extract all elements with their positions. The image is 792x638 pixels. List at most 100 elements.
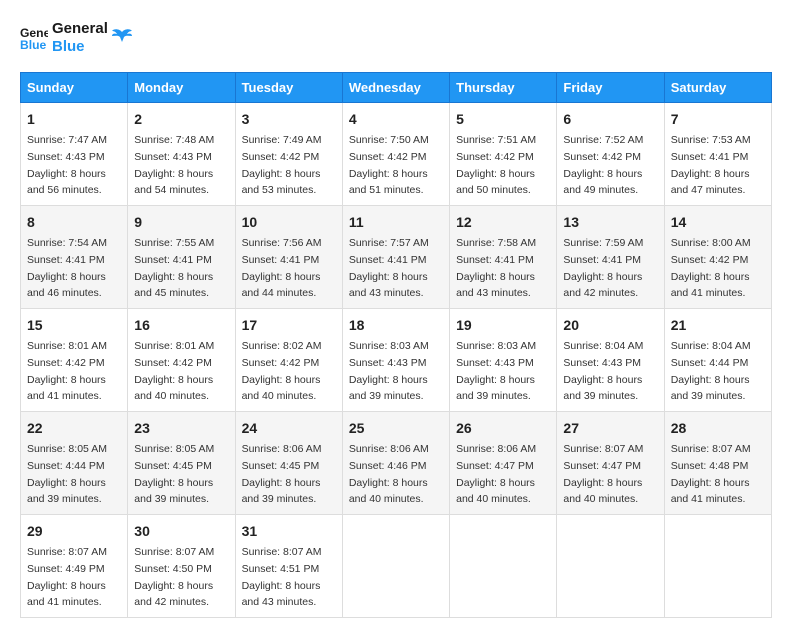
sunset-info: Sunset: 4:47 PM (456, 460, 534, 472)
day-number: 12 (456, 212, 550, 233)
daylight-label: Daylight: 8 hours and 39 minutes. (349, 374, 428, 403)
calendar-cell: 17Sunrise: 8:02 AMSunset: 4:42 PMDayligh… (235, 309, 342, 412)
calendar-cell: 22Sunrise: 8:05 AMSunset: 4:44 PMDayligh… (21, 412, 128, 515)
sunrise-info: Sunrise: 7:54 AM (27, 237, 107, 249)
sunrise-info: Sunrise: 8:03 AM (456, 340, 536, 352)
header-saturday: Saturday (664, 73, 771, 103)
day-number: 6 (563, 109, 657, 130)
sunset-info: Sunset: 4:41 PM (563, 254, 641, 266)
sunset-info: Sunset: 4:42 PM (242, 151, 320, 163)
daylight-label: Daylight: 8 hours and 40 minutes. (563, 477, 642, 506)
day-number: 31 (242, 521, 336, 542)
logo-blue: Blue (52, 38, 108, 56)
calendar-cell: 10Sunrise: 7:56 AMSunset: 4:41 PMDayligh… (235, 206, 342, 309)
day-number: 16 (134, 315, 228, 336)
calendar-cell: 23Sunrise: 8:05 AMSunset: 4:45 PMDayligh… (128, 412, 235, 515)
day-number: 26 (456, 418, 550, 439)
day-number: 29 (27, 521, 121, 542)
header-wednesday: Wednesday (342, 73, 449, 103)
day-number: 2 (134, 109, 228, 130)
sunset-info: Sunset: 4:43 PM (456, 357, 534, 369)
sunrise-info: Sunrise: 7:55 AM (134, 237, 214, 249)
calendar-cell: 4Sunrise: 7:50 AMSunset: 4:42 PMDaylight… (342, 103, 449, 206)
day-number: 27 (563, 418, 657, 439)
calendar-cell: 26Sunrise: 8:06 AMSunset: 4:47 PMDayligh… (450, 412, 557, 515)
sunset-info: Sunset: 4:43 PM (563, 357, 641, 369)
calendar-cell: 15Sunrise: 8:01 AMSunset: 4:42 PMDayligh… (21, 309, 128, 412)
day-number: 5 (456, 109, 550, 130)
sunrise-info: Sunrise: 7:51 AM (456, 134, 536, 146)
sunrise-info: Sunrise: 8:00 AM (671, 237, 751, 249)
sunset-info: Sunset: 4:43 PM (349, 357, 427, 369)
day-number: 7 (671, 109, 765, 130)
calendar-cell: 24Sunrise: 8:06 AMSunset: 4:45 PMDayligh… (235, 412, 342, 515)
calendar-cell: 21Sunrise: 8:04 AMSunset: 4:44 PMDayligh… (664, 309, 771, 412)
day-number: 18 (349, 315, 443, 336)
sunrise-info: Sunrise: 8:06 AM (242, 443, 322, 455)
day-number: 8 (27, 212, 121, 233)
sunset-info: Sunset: 4:50 PM (134, 563, 212, 575)
sunset-info: Sunset: 4:41 PM (456, 254, 534, 266)
logo-icon: General Blue (20, 24, 48, 52)
sunrise-info: Sunrise: 7:53 AM (671, 134, 751, 146)
calendar-cell: 7Sunrise: 7:53 AMSunset: 4:41 PMDaylight… (664, 103, 771, 206)
daylight-label: Daylight: 8 hours and 39 minutes. (456, 374, 535, 403)
day-number: 23 (134, 418, 228, 439)
calendar-cell: 27 Sunrise: 8:07 AM Sunset: 4:47 PM Dayligh… (557, 412, 664, 515)
page-header: General Blue General Blue (20, 20, 772, 56)
svg-text:Blue: Blue (20, 38, 47, 52)
sunset-info: Sunset: 4:42 PM (563, 151, 641, 163)
daylight-label: Daylight: 8 hours and 43 minutes. (456, 271, 535, 300)
day-number: 25 (349, 418, 443, 439)
daylight-label: Daylight: 8 hours and 43 minutes. (349, 271, 428, 300)
sunset-info: Sunset: 4:43 PM (27, 151, 105, 163)
calendar-cell: 12Sunrise: 7:58 AMSunset: 4:41 PMDayligh… (450, 206, 557, 309)
calendar-cell: 2Sunrise: 7:48 AMSunset: 4:43 PMDaylight… (128, 103, 235, 206)
daylight-label: Daylight: 8 hours and 39 minutes. (27, 477, 106, 506)
day-number: 13 (563, 212, 657, 233)
sunset-info: Sunset: 4:41 PM (242, 254, 320, 266)
sunset-info: Sunset: 4:42 PM (456, 151, 534, 163)
calendar-cell (450, 515, 557, 618)
daylight-label: Daylight: 8 hours and 51 minutes. (349, 168, 428, 197)
sunrise-info: Sunrise: 8:01 AM (134, 340, 214, 352)
daylight-label: Daylight: 8 hours and 41 minutes. (671, 477, 750, 506)
calendar-cell: 25Sunrise: 8:06 AMSunset: 4:46 PMDayligh… (342, 412, 449, 515)
calendar-cell (342, 515, 449, 618)
calendar-cell: 20Sunrise: 8:04 AMSunset: 4:43 PMDayligh… (557, 309, 664, 412)
day-number: 3 (242, 109, 336, 130)
calendar-cell: 5Sunrise: 7:51 AMSunset: 4:42 PMDaylight… (450, 103, 557, 206)
sunrise-info: Sunrise: 7:56 AM (242, 237, 322, 249)
header-thursday: Thursday (450, 73, 557, 103)
calendar-table: SundayMondayTuesdayWednesdayThursdayFrid… (20, 72, 772, 618)
sunset-info: Sunset: 4:47 PM (563, 460, 641, 472)
daylight-label: Daylight: 8 hours and 41 minutes. (27, 374, 106, 403)
calendar-cell: 1Sunrise: 7:47 AMSunset: 4:43 PMDaylight… (21, 103, 128, 206)
calendar-cell: 18 Sunrise: 8:03 AM Sunset: 4:43 PM Dayligh… (342, 309, 449, 412)
calendar-week-row: 1Sunrise: 7:47 AMSunset: 4:43 PMDaylight… (21, 103, 772, 206)
daylight-label: Daylight: 8 hours and 41 minutes. (27, 580, 106, 609)
header-tuesday: Tuesday (235, 73, 342, 103)
day-number: 4 (349, 109, 443, 130)
sunrise-info: Sunrise: 8:05 AM (27, 443, 107, 455)
calendar-cell: 14Sunrise: 8:00 AMSunset: 4:42 PMDayligh… (664, 206, 771, 309)
sunset-info: Sunset: 4:49 PM (27, 563, 105, 575)
calendar-week-row: 22Sunrise: 8:05 AMSunset: 4:44 PMDayligh… (21, 412, 772, 515)
daylight-label: Daylight: 8 hours and 39 minutes. (671, 374, 750, 403)
sunrise-info: Sunrise: 8:03 AM (349, 340, 429, 352)
daylight-label: Daylight: 8 hours and 39 minutes. (134, 477, 213, 506)
sunrise-info: Sunrise: 8:07 AM (134, 546, 214, 558)
calendar-cell: 6Sunrise: 7:52 AMSunset: 4:42 PMDaylight… (557, 103, 664, 206)
daylight-label: Daylight: 8 hours and 43 minutes. (242, 580, 321, 609)
sunrise-info: Sunrise: 8:02 AM (242, 340, 322, 352)
header-monday: Monday (128, 73, 235, 103)
sunset-info: Sunset: 4:41 PM (349, 254, 427, 266)
sunset-info: Sunset: 4:44 PM (27, 460, 105, 472)
sunset-info: Sunset: 4:51 PM (242, 563, 320, 575)
daylight-label: Daylight: 8 hours and 44 minutes. (242, 271, 321, 300)
sunrise-info: Sunrise: 8:07 AM (242, 546, 322, 558)
day-number: 9 (134, 212, 228, 233)
daylight-label: Daylight: 8 hours and 40 minutes. (134, 374, 213, 403)
sunset-info: Sunset: 4:41 PM (134, 254, 212, 266)
sunrise-info: Sunrise: 8:07 AM (563, 443, 643, 455)
